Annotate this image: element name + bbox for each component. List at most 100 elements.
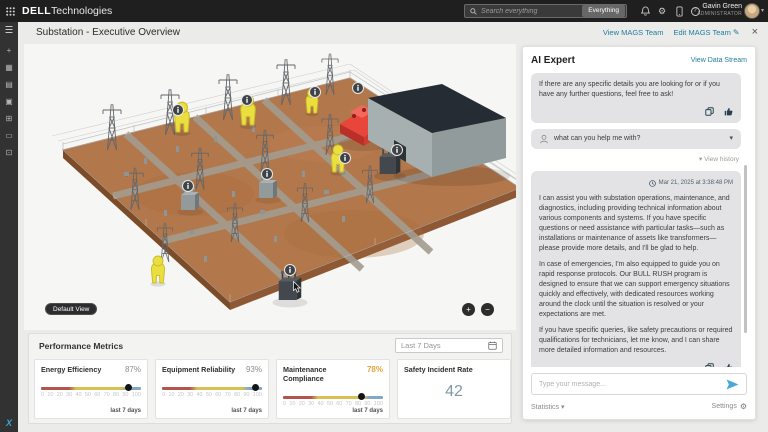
gauge-tick: 70	[346, 401, 352, 407]
gauge-tick: 100	[132, 392, 141, 398]
message-timestamp: Mar 21, 2025 at 3:38:48 PM	[659, 178, 733, 188]
chat-paragraph: I can assist you with substation operati…	[539, 194, 733, 254]
gauge-tick-labels: 0102030405060708090100	[162, 392, 262, 398]
user-name: Gavin Green	[697, 3, 742, 10]
ai-panel-footer: Statistics ▾ Settings⚙	[531, 402, 747, 411]
top-bar: DELLTechnologies Everything ⚙ ?	[0, 0, 768, 22]
notifications-bell-icon[interactable]	[639, 5, 651, 17]
view-history-link[interactable]: ▾ View history	[531, 155, 739, 163]
metric-card-energy-efficiency: Energy Efficiency87% 0102030405060708090…	[34, 359, 148, 419]
chat-message-user[interactable]: what can you help me with? ▾	[531, 129, 741, 149]
edit-mags-team-link[interactable]: Edit MAGS Team	[673, 28, 730, 37]
view-data-stream-link[interactable]: View Data Stream	[691, 57, 747, 64]
apps-grid-icon[interactable]	[6, 7, 15, 16]
metric-period: last 7 days	[110, 408, 141, 414]
close-icon[interactable]: ×	[752, 27, 758, 37]
substation-3d-viewer[interactable]	[24, 44, 516, 330]
report-icon[interactable]: ▤	[0, 76, 18, 93]
performance-metrics-panel: Performance Metrics Last 7 Days Energy E…	[28, 333, 512, 424]
gauge-tick: 60	[336, 401, 342, 407]
message-input[interactable]	[539, 381, 726, 388]
edit-mags-team-wrap[interactable]: Edit MAGS Team✎	[673, 28, 739, 37]
gauge-marker-dot	[358, 393, 365, 400]
app-root: DELLTechnologies Everything ⚙ ?	[0, 0, 768, 432]
gauge-tick: 40	[196, 392, 202, 398]
chat-scrollbar[interactable]	[744, 165, 747, 333]
substation-3d-scene[interactable]	[24, 44, 516, 330]
ai-expert-panel: AI Expert View Data Stream If there are …	[522, 46, 756, 420]
metric-card-maintenance-compliance: Maintenance Compliance78% 01020304050607…	[276, 359, 390, 419]
message-input-row	[531, 373, 747, 395]
mobile-device-icon[interactable]	[673, 5, 685, 17]
page-title: Substation - Executive Overview	[36, 27, 180, 38]
calendar-icon	[488, 341, 497, 350]
default-view-button[interactable]: Default View	[45, 303, 97, 315]
expand-chevron-icon[interactable]: ▾	[729, 134, 733, 144]
image-icon[interactable]: ▣	[0, 93, 18, 110]
search-icon	[470, 8, 477, 15]
zoom-out-button[interactable]: −	[481, 303, 494, 316]
gauge-tick: 30	[187, 392, 193, 398]
date-range-selector[interactable]: Last 7 Days	[395, 338, 503, 353]
mouse-cursor	[293, 281, 302, 293]
send-icon[interactable]	[726, 379, 739, 390]
avatar[interactable]	[744, 3, 760, 19]
gauge-tick: 40	[317, 401, 323, 407]
menu-icon[interactable]: ☰	[0, 22, 18, 39]
zoom-in-button[interactable]: +	[462, 303, 475, 316]
gauge-tick-labels: 0102030405060708090100	[283, 401, 383, 407]
settings-gear-icon[interactable]: ⚙	[656, 5, 668, 17]
metric-gauge	[162, 387, 262, 390]
metric-gauge	[41, 387, 141, 390]
settings-gear-icon: ⚙	[740, 402, 747, 411]
gauge-tick: 30	[308, 401, 314, 407]
gauge-tick-labels: 0102030405060708090100	[41, 392, 141, 398]
card-icon[interactable]: ▭	[0, 127, 18, 144]
logo-technologies: Technologies	[51, 5, 112, 17]
message-actions	[539, 363, 733, 367]
user-menu[interactable]: Gavin Green ADMINISTRATOR	[697, 3, 742, 17]
view-mags-team-link[interactable]: View MAGS Team	[603, 28, 664, 37]
gauge-tick: 50	[206, 392, 212, 398]
grid-icon[interactable]: ▦	[0, 59, 18, 76]
header-links: View MAGS Team Edit MAGS Team✎ ×	[603, 27, 758, 37]
metric-big-value: 42	[404, 383, 504, 401]
display-icon[interactable]: ⊡	[0, 144, 18, 161]
message-actions	[539, 107, 733, 116]
gauge-tick: 20	[178, 392, 184, 398]
metric-title: Energy Efficiency	[41, 365, 101, 374]
metric-value: 93%	[246, 365, 262, 374]
gauge-tick: 100	[374, 401, 383, 407]
settings-button[interactable]: Settings⚙	[712, 402, 747, 411]
statistics-toggle[interactable]: Statistics ▾	[531, 403, 564, 411]
gauge-tick: 40	[75, 392, 81, 398]
gauge-tick: 30	[66, 392, 72, 398]
user-caret-icon[interactable]: ▾	[761, 7, 764, 14]
chat-message-text: If there are any specific details you ar…	[539, 80, 733, 100]
gauge-tick: 60	[215, 392, 221, 398]
gauge-tick: 10	[168, 392, 174, 398]
gauge-tick: 20	[57, 392, 63, 398]
gauge-tick: 10	[47, 392, 53, 398]
gauge-tick: 50	[85, 392, 91, 398]
clock-icon	[649, 180, 656, 187]
gauge-tick: 100	[253, 392, 262, 398]
left-sidebar: ☰ + ▦ ▤ ▣ ⊞ ▭ ⊡ X	[0, 22, 18, 432]
chat-message-ai: If there are any specific details you ar…	[531, 73, 741, 123]
add-icon[interactable]: +	[0, 42, 18, 59]
metric-title: Equipment Reliability	[162, 365, 235, 374]
thumbs-up-icon[interactable]	[724, 363, 733, 367]
chat-paragraph: In case of emergencies, I'm also equippe…	[539, 260, 733, 320]
link-icon[interactable]: ⊞	[0, 110, 18, 127]
metric-gauge	[283, 396, 383, 399]
gauge-tick: 70	[104, 392, 110, 398]
gauge-tick: 80	[234, 392, 240, 398]
search-input[interactable]	[481, 8, 581, 15]
chat-area[interactable]: If there are any specific details you ar…	[531, 73, 747, 367]
dell-technologies-logo: DELLTechnologies	[22, 0, 112, 22]
metric-value: 87%	[125, 365, 141, 374]
copy-icon[interactable]	[705, 107, 714, 116]
copy-icon[interactable]	[705, 363, 714, 367]
search-scope-button[interactable]: Everything	[582, 5, 625, 17]
thumbs-up-icon[interactable]	[724, 107, 733, 116]
